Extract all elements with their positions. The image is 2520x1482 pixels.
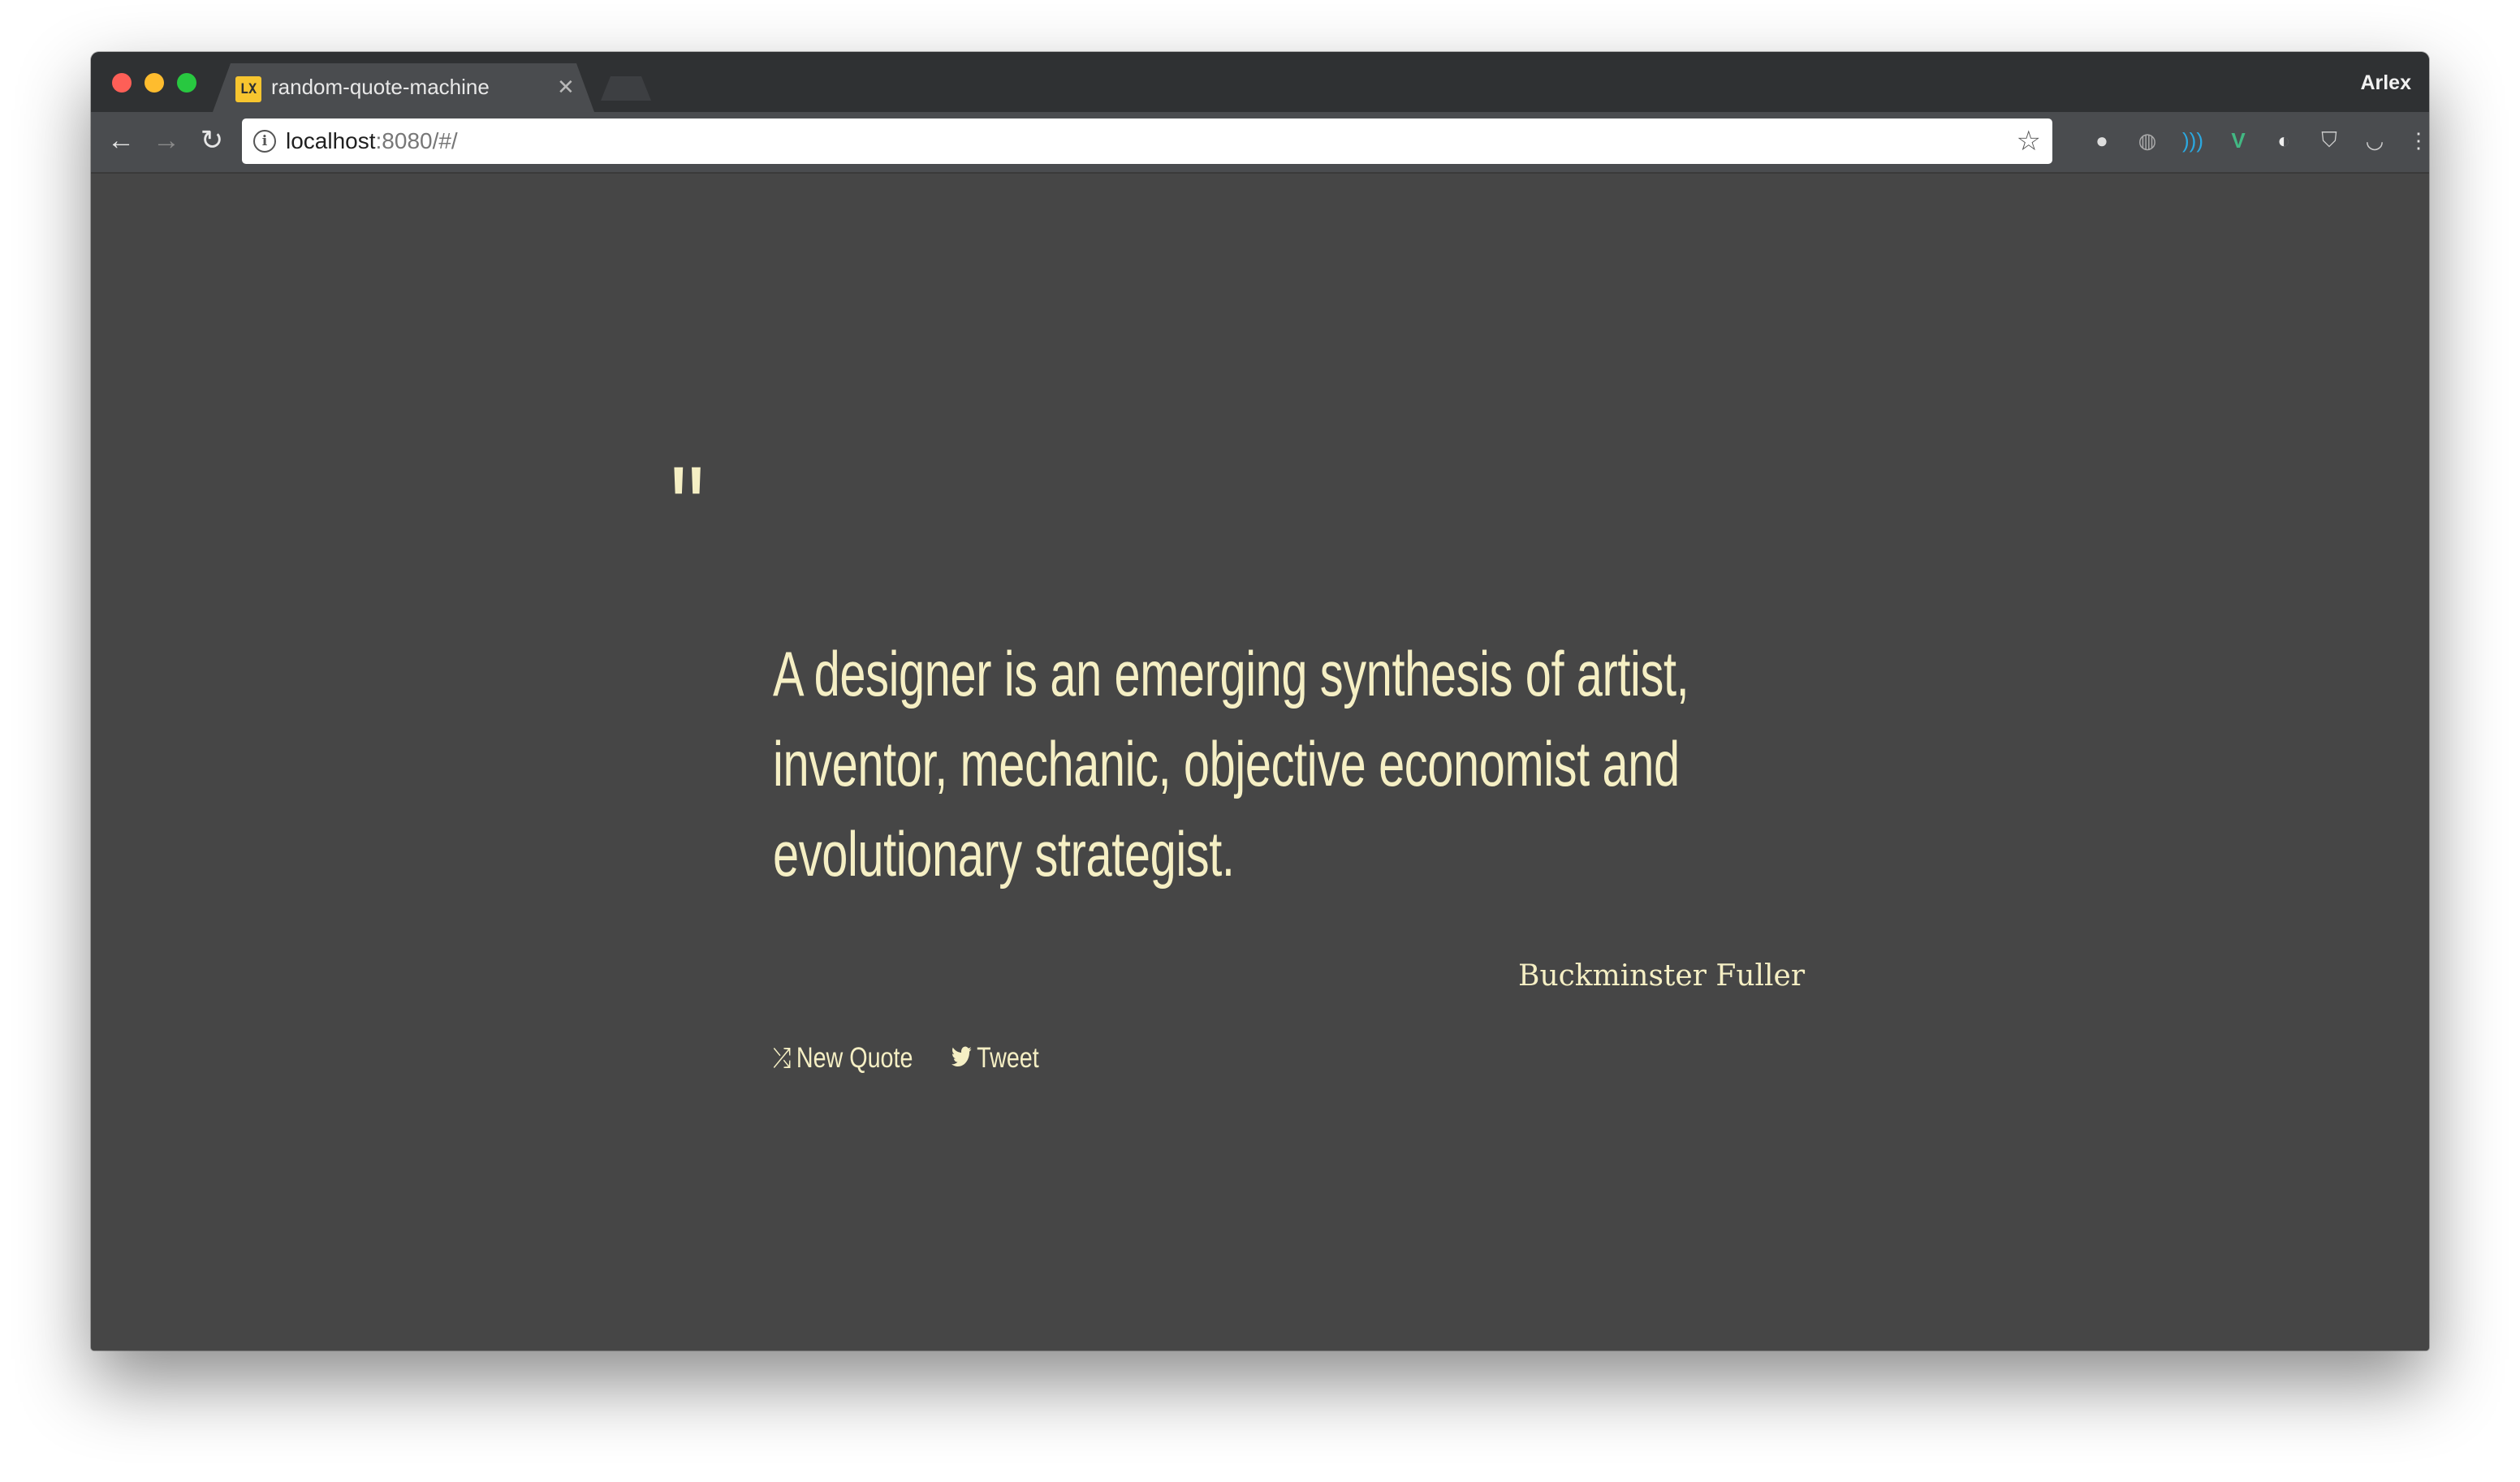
extension-contrast-icon[interactable]: ◐	[2270, 127, 2298, 154]
shuffle-icon: ⤮	[773, 1042, 792, 1074]
title-bar: LX random-quote-machine ✕ Arlex	[91, 52, 2429, 112]
extension-pocket-icon[interactable]: ◡	[2361, 127, 2388, 154]
twitter-bird-icon	[951, 1043, 972, 1075]
new-quote-label: New Quote	[796, 1042, 913, 1074]
forward-arrow-icon[interactable]: →	[146, 120, 187, 161]
tab-close-icon[interactable]: ✕	[557, 75, 575, 100]
tab-title[interactable]: random-quote-machine	[271, 75, 490, 100]
url-host: localhost	[286, 128, 376, 153]
maximize-window-button[interactable]	[177, 73, 196, 93]
extension-wave-icon[interactable]: )))	[2179, 127, 2207, 154]
extension-shield-icon[interactable]: ⛉	[2315, 127, 2343, 154]
menu-dots-icon[interactable]: ⋮	[2405, 127, 2429, 154]
close-window-button[interactable]	[112, 73, 132, 93]
quote-author: Buckminster Fuller	[1518, 959, 1806, 993]
vue-devtools-icon[interactable]: V	[2224, 127, 2252, 154]
back-arrow-icon[interactable]: ←	[101, 120, 141, 161]
info-icon[interactable]: i	[253, 130, 276, 153]
new-quote-button[interactable]: ⤮ New Quote	[773, 1042, 913, 1075]
bookmark-star-icon[interactable]: ☆	[2017, 125, 2041, 157]
quote-text: A designer is an emerging synthesis of a…	[773, 638, 1689, 890]
new-tab-button[interactable]	[601, 76, 651, 101]
browser-toolbar: ← → ↻ i localhost:8080/#/ ☆ ● ◍ ))) V ◐ …	[91, 112, 2429, 174]
page-content: " A designer is an emerging synthesis of…	[91, 174, 2429, 1351]
url-text[interactable]: localhost:8080/#/	[286, 128, 458, 154]
tab-favicon-icon: LX	[235, 76, 261, 102]
browser-window: LX random-quote-machine ✕ Arlex ← → ↻ i …	[91, 52, 2429, 1351]
url-rest: :8080/#/	[375, 128, 458, 153]
quote-mark-icon: "	[670, 441, 705, 577]
quote-actions: ⤮ New Quote Tweet	[773, 1042, 1059, 1075]
minimize-window-button[interactable]	[145, 73, 164, 93]
extension-circle-icon[interactable]: ●	[2088, 127, 2116, 154]
tweet-label: Tweet	[977, 1042, 1040, 1074]
address-bar[interactable]: i localhost:8080/#/ ☆	[242, 118, 2052, 164]
profile-name[interactable]: Arlex	[2360, 71, 2411, 95]
tweet-button[interactable]: Tweet	[951, 1042, 1039, 1075]
reload-icon[interactable]: ↻	[192, 120, 232, 161]
extension-clock-icon[interactable]: ◍	[2134, 127, 2161, 154]
